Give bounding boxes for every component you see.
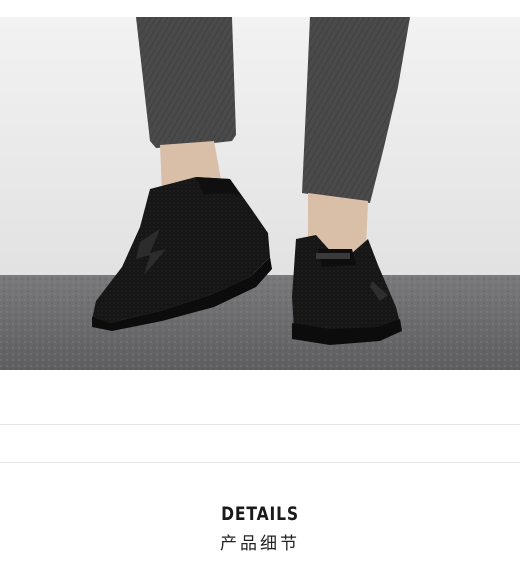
left-jeans-leg: [136, 17, 236, 148]
details-subtitle: 产品细节: [220, 534, 300, 554]
top-spacer: [0, 0, 520, 18]
details-title: DETAILS: [221, 503, 299, 525]
details-section: DETAILS 产品细节: [0, 463, 520, 572]
product-photo: [0, 17, 520, 370]
section-gap: [0, 425, 520, 463]
right-shoe-heel-tab: [316, 253, 350, 259]
white-band: [0, 370, 520, 425]
